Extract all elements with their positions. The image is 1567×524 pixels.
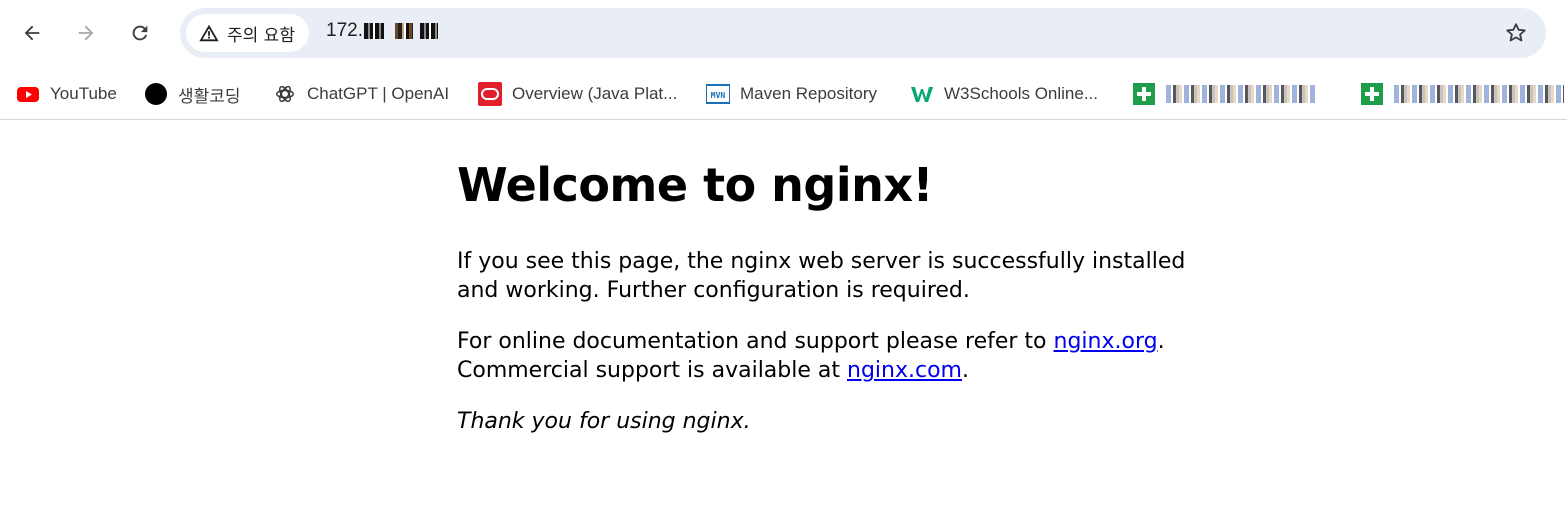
bookmark-label: Maven Repository <box>740 84 878 103</box>
bookmark-java-overview[interactable]: Overview (Java Plat... <box>470 76 685 112</box>
sheets-icon <box>1360 82 1384 106</box>
arrow-right-icon <box>78 25 94 41</box>
svg-text:MVN: MVN <box>711 91 726 100</box>
bookmark-star-button[interactable] <box>1496 13 1536 53</box>
youtube-icon <box>16 82 40 106</box>
bookmark-youtube[interactable]: YouTube <box>8 76 125 112</box>
reload-button[interactable] <box>121 14 159 52</box>
redacted-bookmark-label <box>1394 85 1564 103</box>
redacted-url-segment <box>419 23 438 39</box>
openai-icon <box>273 82 297 106</box>
security-chip-label: 주의 요함 <box>227 25 295 46</box>
bookmark-chatgpt[interactable]: ChatGPT | OpenAI <box>265 76 457 112</box>
commercial-text: Commercial support is available at <box>457 358 847 383</box>
redacted-bookmark-label <box>1166 85 1316 103</box>
maven-icon: MVN <box>706 82 730 106</box>
reload-icon <box>132 25 148 41</box>
intro-paragraph: If you see this page, the nginx web serv… <box>457 249 1186 303</box>
forward-button[interactable] <box>67 14 105 52</box>
bookmark-maven-repository[interactable]: MVN Maven Repository <box>698 76 885 112</box>
black-circle-icon <box>144 82 168 106</box>
support-text-dot: . <box>1157 329 1165 354</box>
bookmarks-bar: YouTube 생활코딩 ChatGPT | OpenAI Overview (… <box>0 68 1567 120</box>
thanks-paragraph: Thank you for using nginx. <box>457 407 1217 436</box>
security-chip[interactable]: 주의 요함 <box>186 14 309 52</box>
page-heading: Welcome to nginx! <box>457 158 934 212</box>
star-icon <box>1506 23 1526 42</box>
w3schools-icon <box>910 82 934 106</box>
url-text[interactable]: 172. <box>326 20 438 42</box>
url-prefix: 172. <box>326 20 363 41</box>
bookmark-w3schools[interactable]: W3Schools Online... <box>902 76 1106 112</box>
bookmark-saenghwal-coding[interactable]: 생활코딩 <box>136 76 249 112</box>
back-button[interactable] <box>13 14 51 52</box>
address-bar[interactable]: 주의 요함 172. <box>180 8 1546 58</box>
page-content: Welcome to nginx! If you see this page, … <box>457 122 1217 436</box>
oracle-icon <box>478 82 502 106</box>
nginx-org-link[interactable]: nginx.org <box>1054 329 1158 354</box>
bookmark-label: YouTube <box>50 84 117 103</box>
support-text: For online documentation and support ple… <box>457 329 1054 354</box>
bookmark-redacted-2[interactable] <box>1352 76 1567 112</box>
bookmark-label: ChatGPT | OpenAI <box>307 84 450 103</box>
commercial-text-dot: . <box>961 358 969 383</box>
bookmark-label: Overview (Java Plat... <box>512 84 678 103</box>
redacted-url-segment <box>394 23 413 39</box>
bookmark-redacted-1[interactable] <box>1124 76 1324 112</box>
browser-toolbar: 주의 요함 172. <box>0 0 1567 68</box>
sheets-icon <box>1132 82 1156 106</box>
bookmark-label: W3Schools Online... <box>944 84 1099 103</box>
nginx-com-link[interactable]: nginx.com <box>847 358 962 383</box>
redacted-url-segment <box>363 23 384 39</box>
thanks-text: Thank you for using nginx. <box>457 409 751 434</box>
arrow-left-icon <box>24 25 40 41</box>
support-paragraph: For online documentation and support ple… <box>457 327 1217 385</box>
bookmark-label: 생활코딩 <box>178 86 241 107</box>
warning-triangle-icon <box>199 24 219 42</box>
